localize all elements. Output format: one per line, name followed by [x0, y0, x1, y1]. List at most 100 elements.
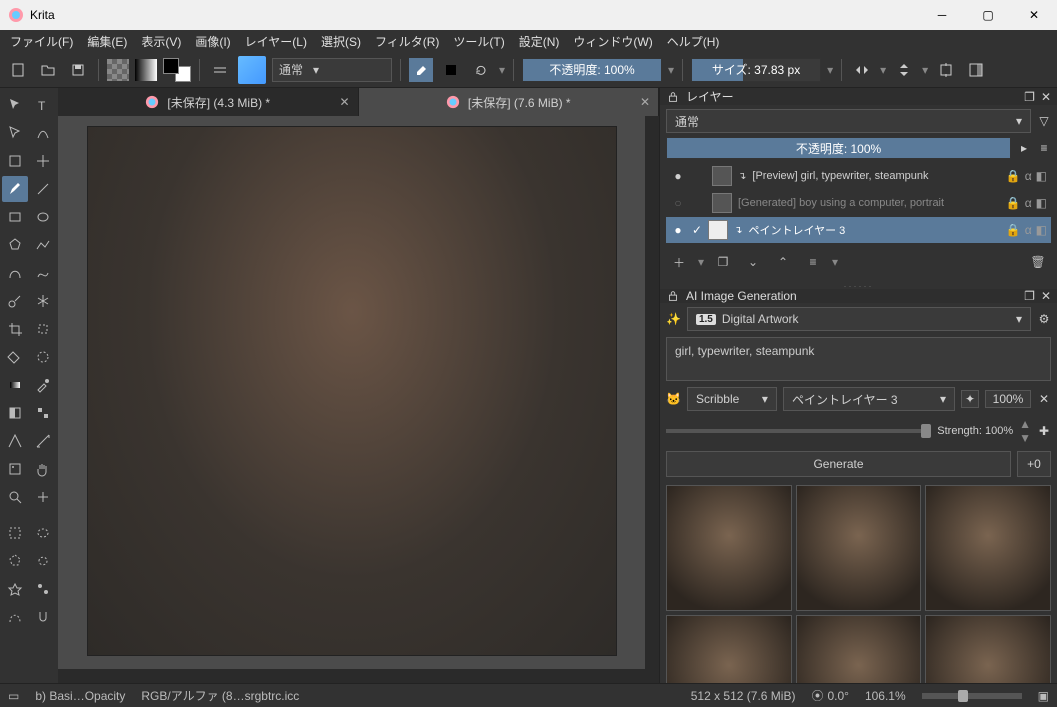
- float-panel-icon[interactable]: ❐: [1024, 289, 1035, 303]
- blend-mode-dropdown[interactable]: 通常▾: [272, 58, 392, 82]
- float-panel-icon[interactable]: ❐: [1024, 90, 1035, 104]
- pointer-tool[interactable]: [2, 92, 28, 118]
- colorize-mask-tool[interactable]: [2, 400, 28, 426]
- pattern-swatch[interactable]: [107, 59, 129, 81]
- workspace-button[interactable]: [964, 58, 988, 82]
- horizontal-scrollbar[interactable]: [58, 669, 659, 683]
- menu-window[interactable]: ウィンドウ(W): [567, 31, 658, 52]
- layer-blend-mode-dropdown[interactable]: 通常▾: [666, 109, 1031, 133]
- layer-properties-button[interactable]: ≡: [802, 251, 824, 273]
- strength-slider[interactable]: [666, 429, 931, 433]
- fill-tool[interactable]: [2, 344, 28, 370]
- multibrush-tool[interactable]: [30, 288, 56, 314]
- move-tool[interactable]: [30, 148, 56, 174]
- mirror-v-button[interactable]: [892, 58, 916, 82]
- similar-select-tool[interactable]: [30, 576, 56, 602]
- pan-tool[interactable]: [30, 484, 56, 510]
- panel-resize-handle[interactable]: ······: [660, 281, 1057, 289]
- zoom-tool[interactable]: [2, 484, 28, 510]
- filter-layers-icon[interactable]: ▽: [1037, 114, 1051, 128]
- angle-reset-icon[interactable]: ⦿: [811, 687, 823, 704]
- enclose-fill-tool[interactable]: [30, 344, 56, 370]
- bezier-tool[interactable]: [2, 260, 28, 286]
- reload-brush-button[interactable]: [469, 58, 493, 82]
- close-button[interactable]: ✕: [1011, 0, 1057, 30]
- close-panel-icon[interactable]: ✕: [1041, 90, 1051, 104]
- text-tool[interactable]: T: [30, 92, 56, 118]
- document-tab-1[interactable]: [未保存] (4.3 MiB) * ✕: [58, 88, 359, 116]
- delete-layer-button[interactable]: 🗑: [1027, 251, 1049, 273]
- assistant-tool[interactable]: [2, 428, 28, 454]
- sparkle-button[interactable]: ✦: [961, 390, 979, 408]
- inherit-alpha-icon[interactable]: ◧: [1036, 196, 1047, 210]
- lock-icon[interactable]: 🔒: [1006, 169, 1021, 183]
- inherit-alpha-icon[interactable]: ◧: [1036, 223, 1047, 237]
- workflow-dropdown[interactable]: Scribble▾: [687, 387, 777, 411]
- minimize-button[interactable]: ─: [919, 0, 965, 30]
- polyline-tool[interactable]: [30, 232, 56, 258]
- hand-tool[interactable]: [30, 456, 56, 482]
- generate-button[interactable]: Generate: [666, 451, 1011, 477]
- layer-row[interactable]: ● ↴ [Preview] girl, typewriter, steampun…: [666, 163, 1051, 189]
- magnetic-select-tool[interactable]: [30, 604, 56, 630]
- new-file-button[interactable]: [6, 58, 30, 82]
- alpha-icon[interactable]: α: [1025, 169, 1032, 183]
- duplicate-layer-button[interactable]: ❐: [712, 251, 734, 273]
- inherit-alpha-icon[interactable]: ◧: [1036, 169, 1047, 183]
- lock-icon[interactable]: 🔒: [1006, 196, 1021, 210]
- selection-mode-icon[interactable]: ▭: [8, 689, 19, 703]
- open-file-button[interactable]: [36, 58, 60, 82]
- gen-thumb[interactable]: [666, 615, 792, 683]
- move-down-button[interactable]: ⌄: [742, 251, 764, 273]
- polygon-tool[interactable]: [2, 232, 28, 258]
- menu-help[interactable]: ヘルプ(H): [661, 31, 726, 52]
- smart-patch-tool[interactable]: [30, 316, 56, 342]
- move-up-button[interactable]: ⌃: [772, 251, 794, 273]
- opacity-arrows-icon[interactable]: ▸: [1017, 141, 1031, 155]
- menu-edit[interactable]: 編集(E): [81, 31, 133, 52]
- layer-row[interactable]: ○ [Generated] boy using a computer, port…: [666, 190, 1051, 216]
- eraser-toggle[interactable]: [409, 58, 433, 82]
- tab-close-icon[interactable]: ✕: [339, 95, 349, 109]
- vertical-scrollbar[interactable]: [645, 116, 659, 669]
- opacity-slider[interactable]: 不透明度: 100%: [522, 58, 662, 82]
- menu-select[interactable]: 選択(S): [315, 31, 367, 52]
- edit-shapes-tool[interactable]: [2, 120, 28, 146]
- zoom-fit-icon[interactable]: ▣: [1038, 689, 1049, 703]
- polygon-select-tool[interactable]: [2, 548, 28, 574]
- menu-settings[interactable]: 設定(N): [513, 31, 566, 52]
- rect-tool[interactable]: [2, 204, 28, 230]
- contiguous-select-tool[interactable]: [2, 576, 28, 602]
- lock-icon[interactable]: 🔒: [1006, 223, 1021, 237]
- settings-gear-icon[interactable]: ⚙: [1037, 312, 1051, 326]
- freehand-select-tool[interactable]: [30, 548, 56, 574]
- visibility-icon[interactable]: ●: [670, 169, 686, 183]
- menu-file[interactable]: ファイル(F): [4, 31, 79, 52]
- layer-opacity-slider[interactable]: 不透明度: 100%: [666, 137, 1011, 159]
- gen-thumb[interactable]: [796, 485, 922, 611]
- transform-tool[interactable]: [2, 148, 28, 174]
- gradient-tool[interactable]: [2, 372, 28, 398]
- source-layer-dropdown[interactable]: ペイントレイヤー 3▾: [783, 387, 955, 411]
- gen-thumb[interactable]: [925, 615, 1051, 683]
- wraparound-button[interactable]: [934, 58, 958, 82]
- menu-filter[interactable]: フィルタ(R): [369, 31, 445, 52]
- model-dropdown[interactable]: 1.5 Digital Artwork▾: [687, 307, 1031, 331]
- gen-thumb[interactable]: [925, 485, 1051, 611]
- menu-tool[interactable]: ツール(T): [447, 31, 510, 52]
- color-picker-tool[interactable]: [30, 372, 56, 398]
- rect-select-tool[interactable]: [2, 520, 28, 546]
- alpha-lock-button[interactable]: [439, 58, 463, 82]
- add-layer-button[interactable]: ＋: [668, 251, 690, 273]
- strength-up-icon[interactable]: ▲: [1019, 417, 1031, 431]
- menu-layer[interactable]: レイヤー(L): [239, 31, 313, 52]
- visibility-icon[interactable]: ●: [670, 223, 686, 237]
- canvas[interactable]: [87, 126, 617, 656]
- visibility-icon[interactable]: ○: [670, 196, 686, 210]
- measure-tool[interactable]: [30, 428, 56, 454]
- tab-close-icon[interactable]: ✕: [640, 95, 650, 109]
- dynamic-brush-tool[interactable]: [2, 288, 28, 314]
- reference-tool[interactable]: [2, 456, 28, 482]
- mirror-h-button[interactable]: [850, 58, 874, 82]
- brush-preset-button[interactable]: [238, 56, 266, 84]
